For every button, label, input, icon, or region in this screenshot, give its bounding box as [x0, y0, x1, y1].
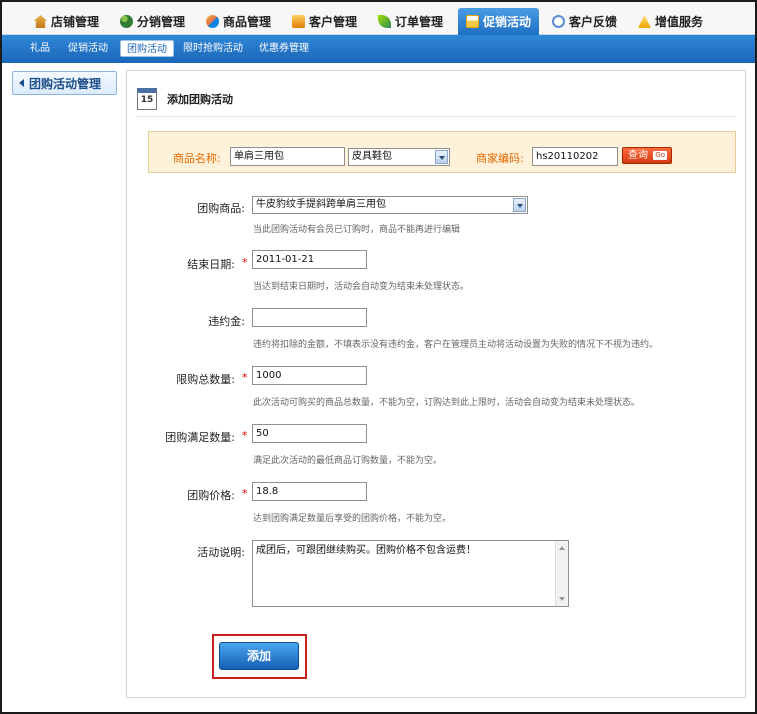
nav-tab-customers[interactable]: 客户管理 — [292, 8, 357, 35]
price-label: 团购价格: — [187, 489, 235, 502]
card-icon — [292, 15, 305, 28]
gift-icon — [466, 15, 479, 28]
scrollbar[interactable] — [555, 541, 568, 606]
product-label: 团购商品: — [197, 202, 245, 215]
nav-tab-distribution[interactable]: 分销管理 — [120, 8, 185, 35]
product-name-label: 商品名称: — [173, 152, 221, 165]
subnav-group-buy[interactable]: 团购活动 — [120, 40, 174, 57]
subnav-coupons[interactable]: 优惠券管理 — [259, 40, 309, 57]
price-hint: 达到团购满足数量后享受的团购价格，不能为空。 — [253, 514, 452, 524]
bubble-icon — [552, 15, 565, 28]
min-quantity-hint: 满足此次活动的最低商品订购数量，不能为空。 — [253, 456, 443, 466]
required-mark: * — [242, 487, 248, 500]
nav-tab-promotions[interactable]: 促销活动 — [458, 8, 540, 35]
nav-tab-value-added[interactable]: 增值服务 — [638, 8, 703, 35]
value-icon — [638, 15, 651, 28]
min-quantity-input[interactable]: 50 — [252, 424, 367, 443]
description-textarea[interactable]: 成团后，可跟团继续购买。团购价格不包含运费！ — [252, 540, 569, 607]
product-hint: 当此团购活动有会员已订购时，商品不能再进行编辑 — [253, 225, 461, 235]
max-quantity-input[interactable]: 1000 — [252, 366, 367, 385]
nav-tab-store[interactable]: 店铺管理 — [34, 8, 99, 35]
chevron-left-icon — [19, 79, 24, 87]
subnav-promotions[interactable]: 促销活动 — [68, 40, 108, 57]
subnav-gifts[interactable]: 礼品 — [30, 40, 50, 57]
description-label: 活动说明: — [197, 546, 245, 559]
end-date-hint: 当达到结束日期时，活动会自动变为结束未处理状态。 — [253, 282, 470, 292]
sub-nav: 礼品 促销活动 团购活动 限时抢购活动 优惠券管理 — [2, 35, 755, 63]
add-button[interactable]: 添加 — [219, 642, 299, 670]
required-mark: * — [242, 371, 248, 384]
price-input[interactable]: 18.8 — [252, 482, 367, 501]
people-icon — [120, 15, 133, 28]
subnav-flash-sale[interactable]: 限时抢购活动 — [183, 40, 243, 57]
panel-header: 15 添加团购活动 — [137, 81, 735, 117]
leaf-icon — [378, 15, 391, 28]
house-icon — [34, 15, 47, 28]
nav-tab-orders[interactable]: 订单管理 — [378, 8, 443, 35]
required-mark: * — [242, 429, 248, 442]
page-title: 添加团购活动 — [167, 92, 233, 106]
query-button[interactable]: 查询 Go — [622, 147, 672, 164]
merchant-code-input[interactable]: hs20110202 — [532, 147, 618, 166]
calendar-icon: 15 — [137, 87, 157, 110]
penalty-label: 违约金: — [208, 315, 245, 328]
chevron-down-icon — [513, 198, 526, 212]
sidebar-group-buy-manage[interactable]: 团购活动管理 — [12, 71, 117, 95]
required-mark: * — [242, 256, 248, 269]
category-select[interactable]: 皮具鞋包 — [348, 148, 450, 166]
top-nav: 店铺管理 分销管理 商品管理 客户管理 订单管理 促销活动 客户反馈 增值服务 — [2, 2, 755, 35]
penalty-hint: 违约将扣除的金额，不填表示没有违约金，客户在管理员主动将活动设置为失败的情况下不… — [253, 340, 659, 350]
chevron-down-icon — [435, 150, 448, 164]
end-date-label: 结束日期: — [187, 258, 235, 271]
min-quantity-label: 团购满足数量: — [165, 431, 235, 444]
penalty-input[interactable] — [252, 308, 367, 327]
box-icon — [206, 15, 219, 28]
product-select[interactable]: 牛皮豹纹手提斜跨单肩三用包 — [252, 196, 528, 214]
go-badge: Go — [653, 151, 667, 160]
product-name-input[interactable]: 单肩三用包 — [230, 147, 345, 166]
merchant-code-label: 商家编码: — [476, 152, 524, 165]
end-date-input[interactable]: 2011-01-21 — [252, 250, 367, 269]
max-quantity-label: 限购总数量: — [176, 373, 235, 386]
max-quantity-hint: 此次活动可购买的商品总数量，不能为空，订购达到此上限时，活动会自动变为结束未处理… — [253, 398, 641, 408]
nav-tab-feedback[interactable]: 客户反馈 — [552, 8, 617, 35]
nav-tab-products[interactable]: 商品管理 — [206, 8, 271, 35]
